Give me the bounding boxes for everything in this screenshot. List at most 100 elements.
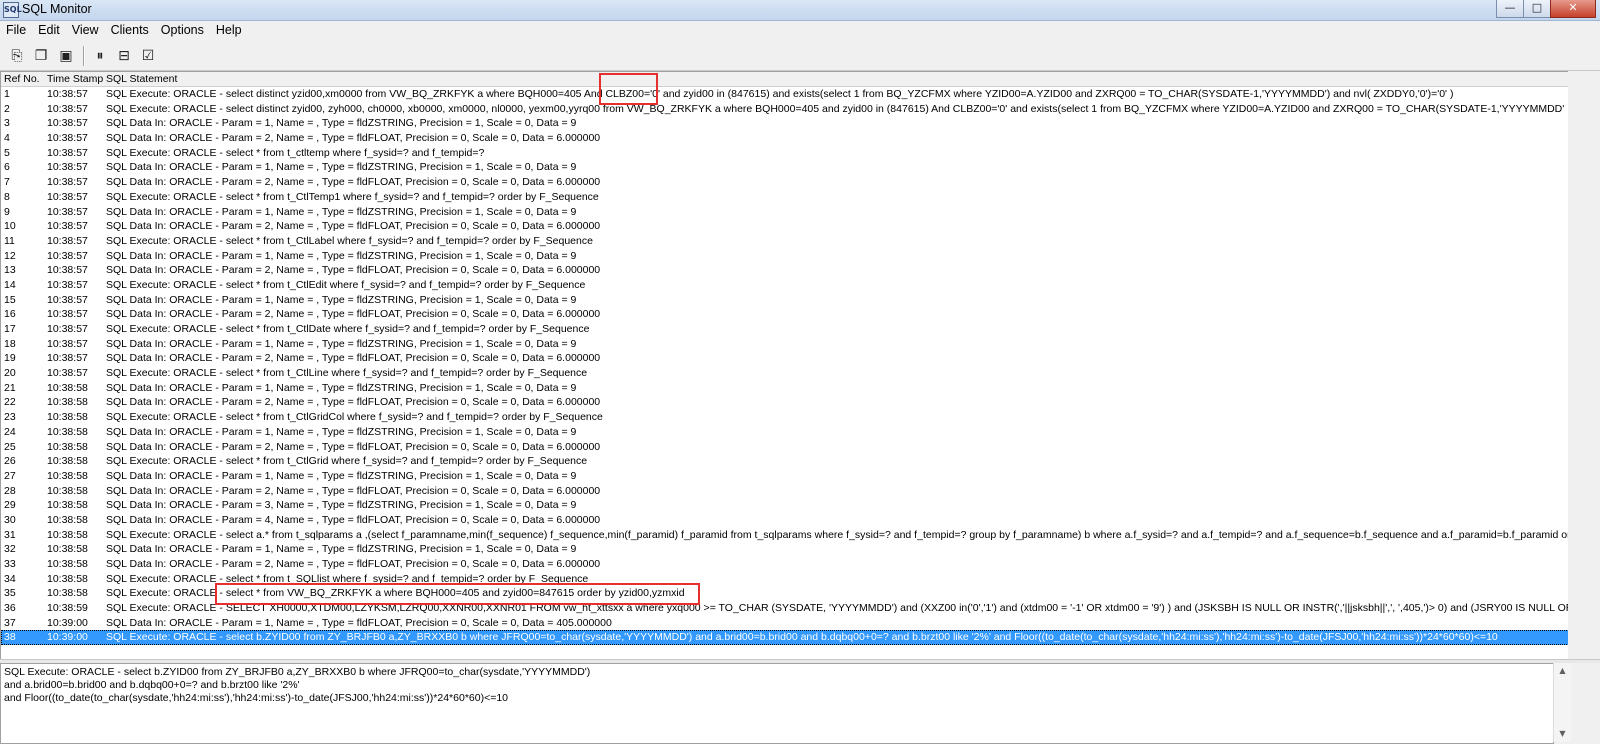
cell-ref-no: 1 bbox=[4, 88, 10, 100]
pause-icon[interactable]: ⏸ bbox=[91, 47, 109, 65]
menu-options[interactable]: Options bbox=[155, 21, 210, 41]
title-bar[interactable]: SQL SQL Monitor — □ ✕ bbox=[0, 0, 1600, 21]
menu-file[interactable]: File bbox=[0, 21, 32, 41]
cell-ref-no: 8 bbox=[4, 190, 10, 203]
cell-time-stamp: 10:38:57 bbox=[47, 205, 88, 218]
table-row[interactable]: 14 10:38:57 SQL Execute: ORACLE - select *… bbox=[1, 278, 1569, 293]
cell-ref-no: 3 bbox=[4, 117, 10, 130]
menu-view[interactable]: View bbox=[66, 21, 105, 41]
table-row[interactable]: 18 10:38:57 SQL Data In: ORACLE - Param = … bbox=[1, 337, 1569, 352]
column-ref-no[interactable]: Ref No. bbox=[4, 73, 40, 85]
copy-icon[interactable]: ❐ bbox=[32, 47, 50, 65]
cell-sql-statement: SQL Execute: ORACLE - select * from t_Ct… bbox=[106, 190, 599, 203]
cell-time-stamp: 10:38:57 bbox=[47, 117, 88, 130]
detail-line: and a.brid00=b.brid00 and b.dqbq00+0=? a… bbox=[4, 679, 300, 691]
cell-time-stamp: 10:38:57 bbox=[47, 249, 88, 262]
scroll-down-icon[interactable]: ▼ bbox=[1554, 726, 1571, 742]
cell-sql-statement: SQL Data In: ORACLE - Param = 1, Name = … bbox=[106, 337, 577, 350]
table-row[interactable]: 10 10:38:57 SQL Data In: ORACLE - Param = … bbox=[1, 219, 1569, 234]
minimize-button[interactable]: — bbox=[1496, 0, 1524, 18]
copy-records-icon[interactable]: ⎘ bbox=[8, 47, 26, 65]
cell-ref-no: 30 bbox=[4, 513, 16, 526]
save-icon[interactable]: ▣ bbox=[57, 47, 75, 65]
detail-scrollbar[interactable]: ▲ ▼ bbox=[1553, 663, 1571, 742]
table-row[interactable]: 28 10:38:58 SQL Data In: ORACLE - Param = … bbox=[1, 484, 1569, 499]
table-row[interactable]: 16 10:38:57 SQL Data In: ORACLE - Param = … bbox=[1, 307, 1569, 322]
table-row[interactable]: 19 10:38:57 SQL Data In: ORACLE - Param = … bbox=[1, 351, 1569, 366]
table-row[interactable]: 37 10:39:00 SQL Data In: ORACLE - Param = … bbox=[1, 616, 1569, 631]
table-row[interactable]: 5 10:38:57 SQL Execute: ORACLE - select * … bbox=[1, 146, 1569, 161]
maximize-button[interactable]: □ bbox=[1523, 0, 1551, 18]
cell-sql-statement: SQL Data In: ORACLE - Param = 2, Name = … bbox=[106, 308, 601, 321]
cell-sql-statement: SQL Data In: ORACLE - Param = 1, Name = … bbox=[106, 161, 577, 174]
scroll-up-icon[interactable]: ▲ bbox=[1554, 663, 1571, 679]
table-row[interactable]: 3 10:38:57 SQL Data In: ORACLE - Param = 1… bbox=[1, 116, 1569, 131]
cell-time-stamp: 10:38:58 bbox=[47, 587, 88, 600]
table-row[interactable]: 31 10:38:58 SQL Execute: ORACLE - select a… bbox=[1, 528, 1569, 543]
sql-detail-pane[interactable]: SQL Execute: ORACLE - select b.ZYID00 fr… bbox=[0, 663, 1554, 744]
cell-sql-statement: SQL Data In: ORACLE - Param = 1, Name = … bbox=[106, 425, 577, 438]
cell-time-stamp: 10:38:58 bbox=[47, 484, 88, 497]
table-row[interactable]: 29 10:38:58 SQL Data In: ORACLE - Param = … bbox=[1, 498, 1569, 513]
table-row[interactable]: 26 10:38:58 SQL Execute: ORACLE - select *… bbox=[1, 454, 1569, 469]
cell-time-stamp: 10:38:58 bbox=[47, 455, 88, 468]
menu-help[interactable]: Help bbox=[210, 21, 248, 41]
cell-ref-no: 5 bbox=[4, 146, 10, 159]
cell-sql-statement: SQL Execute: ORACLE - select b.ZYID00 fr… bbox=[106, 631, 1498, 644]
checklist-icon[interactable]: ☑ bbox=[139, 47, 157, 65]
table-row[interactable]: 1 10:38:57 SQL Execute: ORACLE - select di… bbox=[1, 87, 1569, 102]
table-row[interactable]: 25 10:38:58 SQL Data In: ORACLE - Param = … bbox=[1, 440, 1569, 455]
table-row[interactable]: 17 10:38:57 SQL Execute: ORACLE - select *… bbox=[1, 322, 1569, 337]
table-row[interactable]: 11 10:38:57 SQL Execute: ORACLE - select *… bbox=[1, 234, 1569, 249]
close-button[interactable]: ✕ bbox=[1550, 0, 1596, 18]
cell-sql-statement: SQL Execute: ORACLE - select * from t_Ct… bbox=[106, 455, 588, 468]
table-row[interactable]: 23 10:38:58 SQL Execute: ORACLE - select *… bbox=[1, 410, 1569, 425]
table-row[interactable]: 15 10:38:57 SQL Data In: ORACLE - Param = … bbox=[1, 293, 1569, 308]
table-row[interactable]: 13 10:38:57 SQL Data In: ORACLE - Param = … bbox=[1, 263, 1569, 278]
cell-ref-no: 21 bbox=[4, 381, 16, 394]
cell-time-stamp: 10:38:57 bbox=[47, 190, 88, 203]
cell-ref-no: 22 bbox=[4, 396, 16, 409]
cell-time-stamp: 10:38:57 bbox=[47, 308, 88, 321]
cell-sql-statement: SQL Data In: ORACLE - Param = 1, Name = … bbox=[106, 293, 577, 306]
sql-monitor-app-icon[interactable]: SQL bbox=[3, 2, 22, 18]
cell-ref-no: 32 bbox=[4, 543, 16, 556]
cell-ref-no: 31 bbox=[4, 528, 16, 541]
table-row[interactable]: 27 10:38:58 SQL Data In: ORACLE - Param = … bbox=[1, 469, 1569, 484]
toolbar-separator bbox=[83, 46, 85, 66]
sql-log-grid[interactable]: Ref No. Time Stamp SQL Statement 1 10:38:… bbox=[0, 71, 1569, 661]
menu-bar: File Edit View Clients Options Help bbox=[0, 21, 1600, 41]
cell-sql-statement: SQL Data In: ORACLE - Param = 1, Name = … bbox=[106, 117, 577, 130]
menu-clients[interactable]: Clients bbox=[105, 21, 155, 41]
grid-scroll-area bbox=[1568, 71, 1600, 659]
column-time-stamp[interactable]: Time Stamp bbox=[47, 73, 103, 85]
annotation-query-highlight bbox=[215, 583, 700, 605]
cell-sql-statement: SQL Data In: ORACLE - Param = 2, Name = … bbox=[106, 264, 601, 277]
table-row[interactable]: 8 10:38:57 SQL Execute: ORACLE - select * … bbox=[1, 190, 1569, 205]
table-row[interactable]: 7 10:38:57 SQL Data In: ORACLE - Param = 2… bbox=[1, 175, 1569, 190]
table-row[interactable]: 4 10:38:57 SQL Data In: ORACLE - Param = 2… bbox=[1, 131, 1569, 146]
window-controls: — □ ✕ bbox=[1496, 0, 1596, 18]
cell-ref-no: 15 bbox=[4, 293, 16, 306]
cell-ref-no: 34 bbox=[4, 572, 16, 585]
table-row[interactable]: 6 10:38:57 SQL Data In: ORACLE - Param = 1… bbox=[1, 160, 1569, 175]
cell-time-stamp: 10:38:57 bbox=[47, 352, 88, 365]
table-row[interactable]: 2 10:38:57 SQL Execute: ORACLE - select di… bbox=[1, 102, 1569, 117]
table-row[interactable]: 21 10:38:58 SQL Data In: ORACLE - Param = … bbox=[1, 381, 1569, 396]
cell-ref-no: 35 bbox=[4, 587, 16, 600]
menu-edit[interactable]: Edit bbox=[32, 21, 66, 41]
table-row[interactable]: 24 10:38:58 SQL Data In: ORACLE - Param = … bbox=[1, 425, 1569, 440]
table-row[interactable]: 33 10:38:58 SQL Data In: ORACLE - Param = … bbox=[1, 557, 1569, 572]
cell-sql-statement: SQL Execute: ORACLE - select * from t_Ct… bbox=[106, 411, 603, 424]
table-row[interactable]: 30 10:38:58 SQL Data In: ORACLE - Param = … bbox=[1, 513, 1569, 528]
table-row[interactable]: 12 10:38:57 SQL Data In: ORACLE - Param = … bbox=[1, 249, 1569, 264]
table-row[interactable]: 38 10:39:00 SQL Execute: ORACLE - select b… bbox=[1, 630, 1569, 646]
cell-time-stamp: 10:38:58 bbox=[47, 499, 88, 512]
table-row[interactable]: 32 10:38:58 SQL Data In: ORACLE - Param = … bbox=[1, 542, 1569, 557]
column-sql-statement[interactable]: SQL Statement bbox=[106, 73, 177, 85]
panes-icon[interactable]: ⊟ bbox=[115, 47, 133, 65]
table-row[interactable]: 9 10:38:57 SQL Data In: ORACLE - Param = 1… bbox=[1, 205, 1569, 220]
table-row[interactable]: 22 10:38:58 SQL Data In: ORACLE - Param = … bbox=[1, 395, 1569, 410]
table-row[interactable]: 20 10:38:57 SQL Execute: ORACLE - select *… bbox=[1, 366, 1569, 381]
cell-sql-statement: SQL Execute: ORACLE - select * from t_ct… bbox=[106, 146, 485, 159]
